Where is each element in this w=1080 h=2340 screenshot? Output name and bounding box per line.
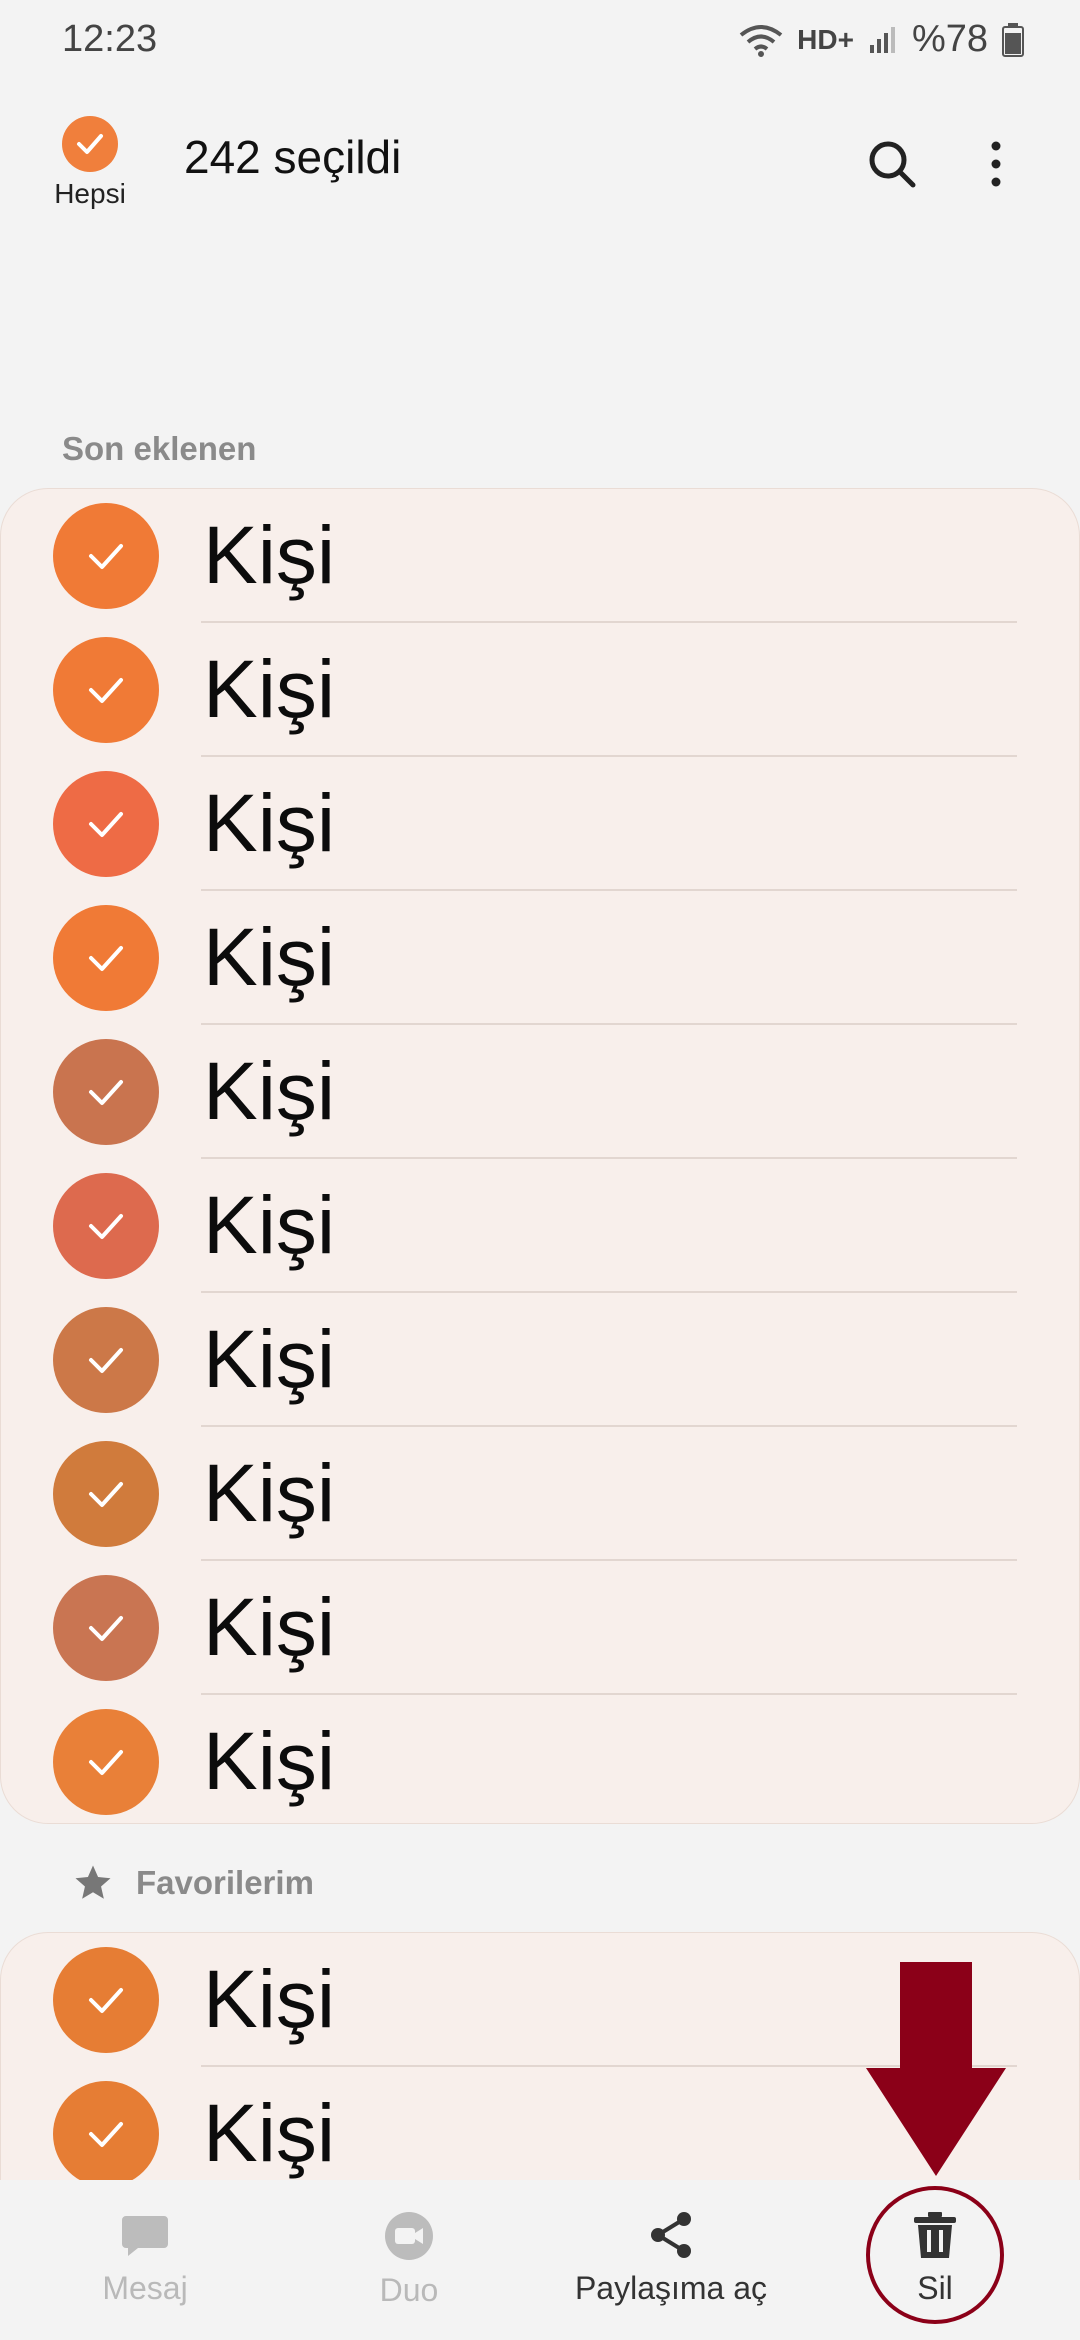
contact-name: Kişi xyxy=(203,2088,336,2179)
selected-check-icon[interactable] xyxy=(53,771,159,877)
section-header-recent: Son eklenen xyxy=(62,430,257,467)
contact-row[interactable]: Kişi xyxy=(1,1561,1079,1695)
contact-name: Kişi xyxy=(203,1716,336,1807)
contact-row[interactable]: Kişi xyxy=(1,489,1079,623)
signal-icon xyxy=(869,26,895,53)
clock: 12:23 xyxy=(62,18,158,60)
contact-name: Kişi xyxy=(203,912,336,1003)
selected-check-icon[interactable] xyxy=(53,503,159,609)
highlight-circle-annotation xyxy=(866,2186,1004,2324)
contact-name: Kişi xyxy=(203,644,336,735)
selected-check-icon[interactable] xyxy=(53,1039,159,1145)
contact-row[interactable]: Kişi xyxy=(1,623,1079,757)
contact-row[interactable]: Kişi xyxy=(1,1695,1079,1823)
section-header-favorites: Favorilerim xyxy=(72,1862,314,1904)
message-label: Mesaj xyxy=(102,2270,188,2306)
contact-name: Kişi xyxy=(203,1180,336,1271)
network-type: HD+ xyxy=(797,23,854,55)
select-all-checkbox[interactable]: Hepsi xyxy=(48,116,132,210)
more-options-button[interactable] xyxy=(956,124,1036,204)
wifi-icon xyxy=(739,24,783,57)
more-vert-icon xyxy=(991,141,1001,187)
selected-check-icon[interactable] xyxy=(53,1575,159,1681)
message-icon xyxy=(122,2216,168,2256)
contact-row[interactable]: Kişi xyxy=(1,1293,1079,1427)
share-label: Paylaşıma aç xyxy=(574,2270,768,2306)
check-icon xyxy=(62,116,118,172)
selected-check-icon[interactable] xyxy=(53,1947,159,2053)
contact-row[interactable]: Kişi xyxy=(1,757,1079,891)
selected-check-icon[interactable] xyxy=(53,1173,159,1279)
contact-row[interactable]: Kişi xyxy=(1,891,1079,1025)
select-all-label: Hepsi xyxy=(54,178,126,209)
down-arrow-annotation-icon xyxy=(866,1962,1006,2176)
search-icon xyxy=(869,141,916,188)
search-button[interactable] xyxy=(852,124,932,204)
message-button[interactable]: Mesaj xyxy=(10,2180,280,2340)
contact-name: Kişi xyxy=(203,778,336,869)
favorites-title: Favorilerim xyxy=(136,1864,314,1901)
duo-button[interactable]: Duo xyxy=(274,2180,544,2340)
share-button[interactable]: Paylaşıma aç xyxy=(536,2180,806,2340)
status-icons: HD+ %78 xyxy=(739,18,1024,61)
duo-label: Duo xyxy=(379,2272,439,2308)
contact-name: Kişi xyxy=(203,1448,336,1539)
contact-row[interactable]: Kişi xyxy=(1,1427,1079,1561)
selected-check-icon[interactable] xyxy=(53,2081,159,2187)
selected-check-icon[interactable] xyxy=(53,1709,159,1815)
contact-name: Kişi xyxy=(203,1954,336,2045)
contact-row[interactable]: Kişi xyxy=(1,1025,1079,1159)
contact-name: Kişi xyxy=(203,510,336,601)
battery-icon xyxy=(1002,22,1024,57)
recent-contacts-list: Kişi Kişi Kişi Kişi Kişi Kişi Kişi Kişi Kişi Kişi xyxy=(0,488,1080,1824)
share-icon xyxy=(651,2212,691,2258)
selected-check-icon[interactable] xyxy=(53,905,159,1011)
star-icon xyxy=(75,1865,111,1899)
selection-toolbar: Hepsi 242 seçildi xyxy=(0,100,1080,230)
selected-check-icon[interactable] xyxy=(53,637,159,743)
contact-name: Kişi xyxy=(203,1314,336,1405)
contact-name: Kişi xyxy=(203,1046,336,1137)
contact-row[interactable]: Kişi xyxy=(1,1159,1079,1293)
battery-percent: %78 xyxy=(911,18,988,60)
video-call-icon xyxy=(385,2212,433,2260)
status-bar: 12:23 HD+ %78 xyxy=(0,0,1080,80)
selected-check-icon[interactable] xyxy=(53,1441,159,1547)
selection-count: 242 seçildi xyxy=(184,131,402,183)
selected-check-icon[interactable] xyxy=(53,1307,159,1413)
contact-name: Kişi xyxy=(203,1582,336,1673)
